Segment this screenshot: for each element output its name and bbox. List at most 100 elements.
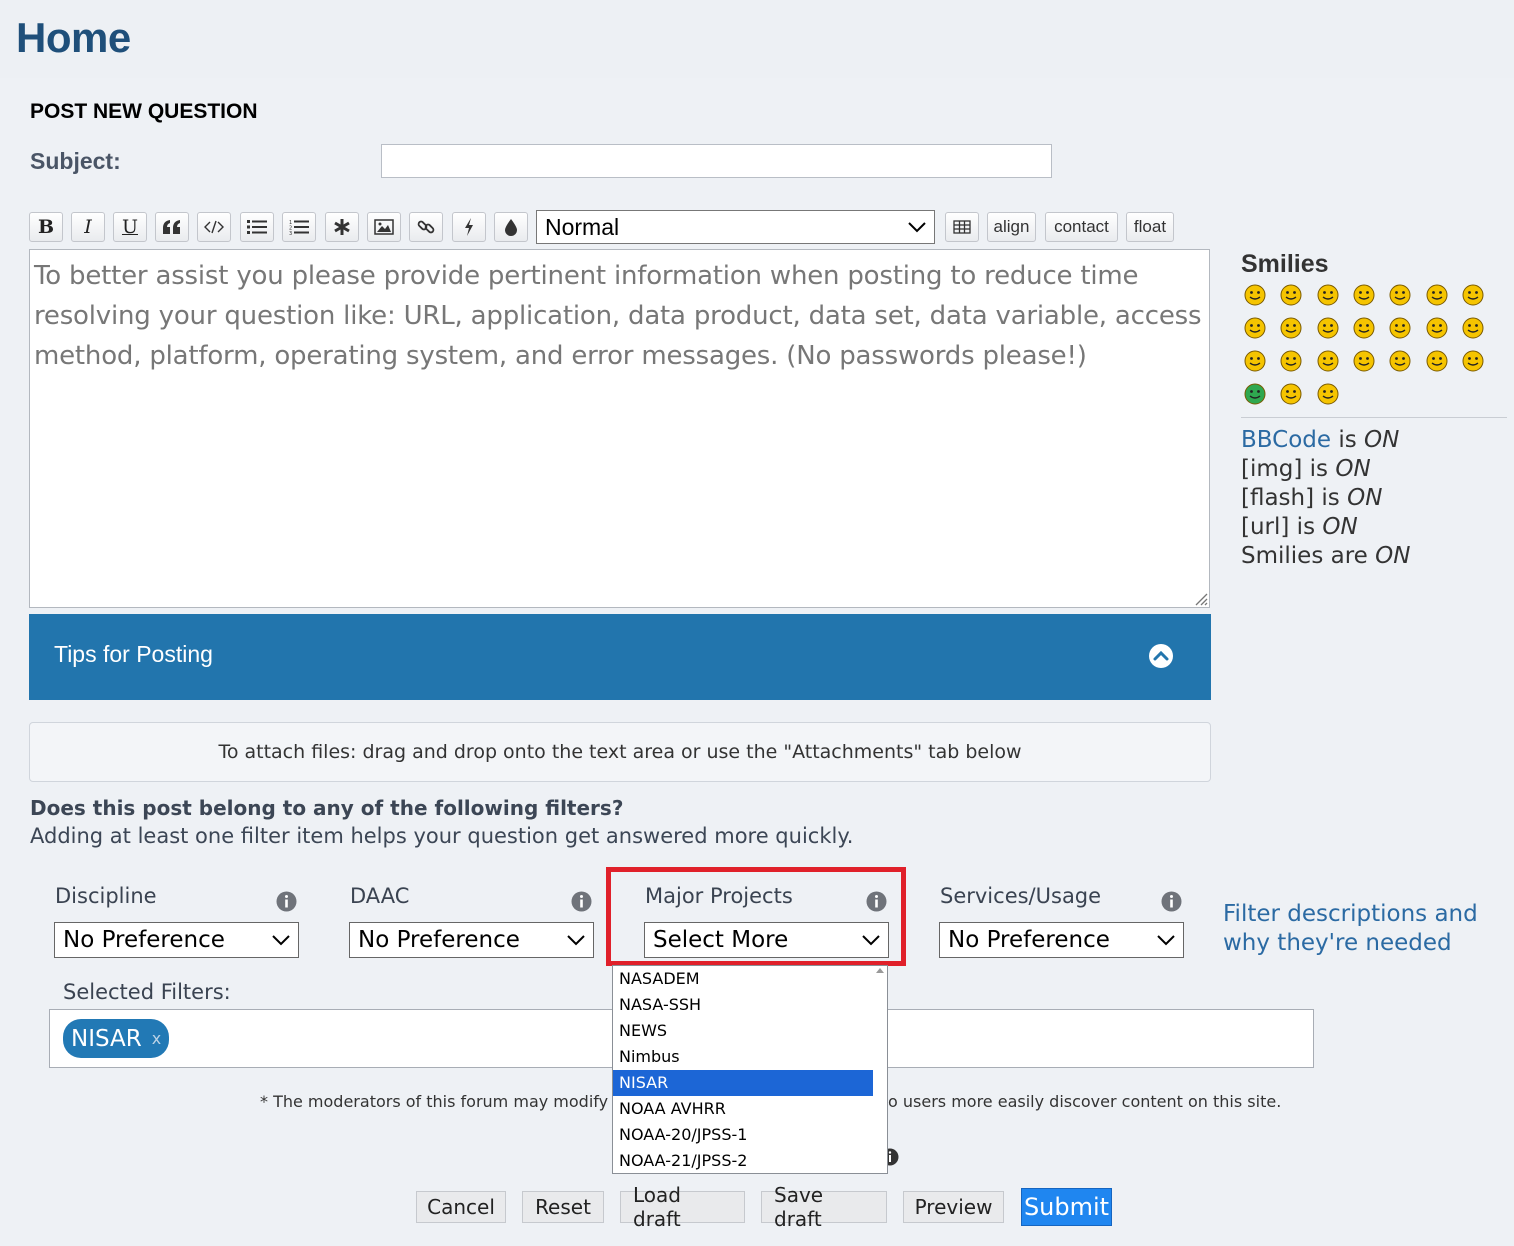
filters-help: Adding at least one filter item helps yo… (30, 824, 854, 848)
arrow-smiley-icon[interactable] (1426, 350, 1448, 372)
bullet-list-button[interactable] (240, 212, 274, 242)
smilies-state: ON (1375, 543, 1411, 569)
moderator-note: * The moderators of this forum may modif… (260, 1092, 609, 1111)
razz-smiley-icon[interactable] (1353, 317, 1375, 339)
font-size-select[interactable]: Normal (536, 210, 935, 244)
grin-smiley-icon[interactable] (1353, 284, 1375, 306)
preview-button[interactable]: Preview (903, 1191, 1004, 1223)
twisted-smiley-icon[interactable] (1244, 350, 1266, 372)
quote-button[interactable] (155, 212, 189, 242)
url-state: ON (1322, 514, 1358, 540)
chevron-up-circle-icon[interactable] (1148, 643, 1174, 669)
confused-smiley-icon[interactable] (1462, 284, 1484, 306)
dropdown-option-selected[interactable]: NISAR (613, 1070, 874, 1096)
idea-smiley-icon[interactable] (1389, 350, 1411, 372)
asterisk-icon (334, 219, 350, 235)
reset-button[interactable]: Reset (522, 1191, 604, 1223)
bold-button[interactable]: B (29, 212, 63, 242)
exclaim-smiley-icon[interactable] (1317, 350, 1339, 372)
shocked-smiley-icon[interactable] (1389, 284, 1411, 306)
dropdown-option[interactable]: NASA-SSH (613, 992, 874, 1018)
header-strip (0, 0, 1514, 78)
filter-descriptions-link[interactable]: Filter descriptions and why they're need… (1223, 900, 1493, 958)
bullet-list-icon (247, 220, 267, 234)
ugeek-smiley-icon[interactable] (1317, 383, 1339, 405)
code-icon (204, 220, 224, 234)
flash-state: ON (1347, 485, 1383, 511)
underline-button[interactable]: U (113, 212, 147, 242)
flash-button[interactable] (452, 212, 486, 242)
services-usage-select[interactable]: No Preference (939, 922, 1184, 958)
info-icon[interactable] (276, 891, 297, 912)
sad-smiley-icon[interactable] (1426, 317, 1448, 339)
cool-smiley-icon[interactable] (1244, 317, 1266, 339)
chevron-down-icon (567, 935, 585, 946)
oops-smiley-icon[interactable] (1389, 317, 1411, 339)
smilies-title: Smilies (1241, 250, 1329, 278)
question-smiley-icon[interactable] (1353, 350, 1375, 372)
tips-for-posting-panel[interactable]: Tips for Posting (29, 614, 1211, 700)
list-item-button[interactable] (325, 212, 359, 242)
load-draft-button[interactable]: Load draft (620, 1183, 745, 1231)
bbcode-link[interactable]: BBCode (1241, 427, 1331, 453)
wink-smiley-icon[interactable] (1317, 284, 1339, 306)
bbcode-status: BBCode is ON (1241, 427, 1399, 453)
bbcode-state: ON (1364, 427, 1400, 453)
dropdown-scrollbar[interactable] (873, 966, 887, 1173)
table-button[interactable] (945, 212, 979, 242)
save-draft-button[interactable]: Save draft (761, 1183, 887, 1231)
neutral-smiley-icon[interactable] (1280, 284, 1302, 306)
info-icon[interactable] (571, 891, 592, 912)
scroll-up-arrow-icon[interactable] (873, 966, 887, 976)
link-button[interactable] (409, 212, 443, 242)
image-icon (374, 219, 394, 235)
svg-text:3: 3 (289, 231, 292, 235)
cancel-button[interactable]: Cancel (416, 1191, 506, 1223)
neutral2-smiley-icon[interactable] (1462, 350, 1484, 372)
dropdown-option[interactable]: NEWS (613, 1018, 874, 1044)
green-smiley-icon[interactable] (1244, 383, 1266, 405)
align-button[interactable]: align (987, 212, 1036, 242)
roll-smiley-icon[interactable] (1280, 350, 1302, 372)
color-button[interactable] (494, 212, 528, 242)
subject-input[interactable] (381, 144, 1052, 178)
evil-smiley-icon[interactable] (1462, 317, 1484, 339)
dropdown-option[interactable]: Nimbus (613, 1044, 874, 1070)
selected-filters-label: Selected Filters: (63, 980, 231, 1004)
remove-chip-button[interactable]: x (152, 1029, 161, 1048)
float-button[interactable]: float (1126, 212, 1174, 242)
url-status: [url] is ON (1241, 514, 1358, 540)
info-icon[interactable] (1161, 891, 1182, 912)
daac-value: No Preference (358, 927, 520, 953)
image-button[interactable] (367, 212, 401, 242)
dropdown-option[interactable]: NOAA AVHRR (613, 1096, 874, 1122)
daac-label: DAAC (350, 884, 410, 908)
message-textarea[interactable]: To better assist you please provide pert… (29, 249, 1210, 608)
lol-smiley-icon[interactable] (1280, 317, 1302, 339)
services-usage-value: No Preference (948, 927, 1110, 953)
major-projects-dropdown[interactable]: NASADEM NASA-SSH NEWS Nimbus NISAR NOAA … (612, 965, 888, 1174)
dropdown-option[interactable]: NOAA-20/JPSS-1 (613, 1122, 874, 1148)
img-status: [img] is ON (1241, 456, 1371, 482)
url-status-text: [url] is (1241, 514, 1323, 540)
numbered-list-button[interactable]: 123 (282, 212, 316, 242)
mad-smiley-icon[interactable] (1317, 317, 1339, 339)
numbered-list-icon: 123 (289, 220, 309, 235)
geek-smiley-icon[interactable] (1280, 383, 1302, 405)
submit-button[interactable]: Submit (1021, 1188, 1112, 1226)
eek-smiley-icon[interactable] (1426, 284, 1448, 306)
chevron-down-icon (1157, 935, 1175, 946)
dropdown-option[interactable]: NASADEM (613, 966, 874, 992)
laughing-smiley-icon[interactable] (1244, 284, 1266, 306)
dropdown-option[interactable]: NOAA-21/JPSS-2 (613, 1148, 874, 1173)
attach-files-dropzone[interactable]: To attach files: drag and drop onto the … (29, 722, 1211, 782)
daac-select[interactable]: No Preference (349, 922, 594, 958)
italic-button[interactable]: I (71, 212, 105, 242)
resize-grip-icon[interactable] (1192, 590, 1208, 606)
contact-button[interactable]: contact (1045, 212, 1118, 242)
chevron-down-icon (272, 935, 290, 946)
code-button[interactable] (197, 212, 231, 242)
discipline-select[interactable]: No Preference (54, 922, 299, 958)
section-heading: POST NEW QUESTION (30, 100, 258, 123)
smilies-status: Smilies are ON (1241, 543, 1410, 569)
